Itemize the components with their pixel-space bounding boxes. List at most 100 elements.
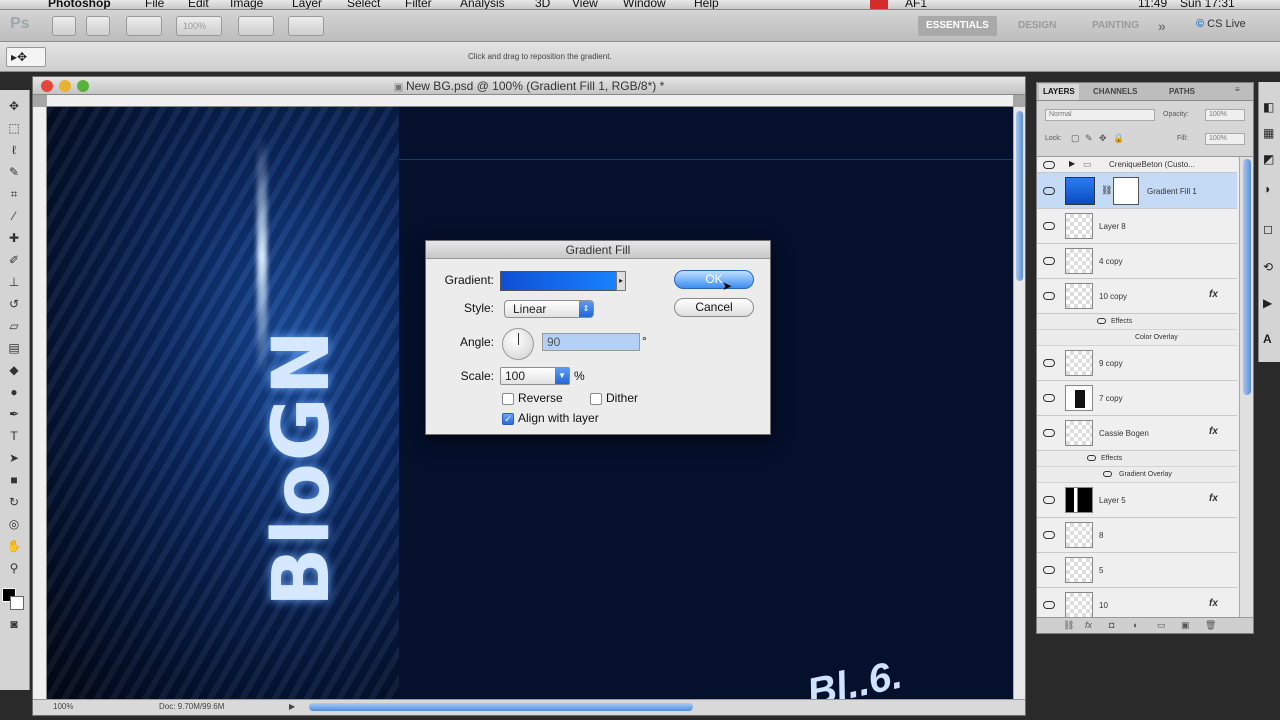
3d-rotate-tool-icon[interactable]: ↻ [4,494,24,510]
menu-3d[interactable]: 3D [535,0,550,9]
effects-row[interactable]: Effects [1037,451,1237,467]
blur-tool-icon[interactable]: ◆ [4,362,24,378]
group-expand-icon[interactable]: ▶ [1069,159,1075,168]
link-layers-icon[interactable]: ⛓ [1063,620,1074,631]
eraser-tool-icon[interactable]: ▱ [4,318,24,334]
3d-orbit-tool-icon[interactable]: ◎ [4,516,24,532]
menu-image[interactable]: Image [230,0,263,9]
vertical-scroll-thumb[interactable] [1016,111,1023,281]
adjustments-panel-icon[interactable]: ◑ [1263,182,1270,196]
cs-live-button[interactable]: © CS Live [1196,18,1246,30]
layer-row[interactable]: 9 copy [1037,346,1237,381]
screen-mode-button[interactable] [288,16,324,36]
workspace-essentials[interactable]: ESSENTIALS [918,16,997,36]
layer-row[interactable]: Cassie Bogen fx [1037,416,1237,451]
eye-icon[interactable] [1043,531,1055,539]
eyedropper-tool-icon[interactable]: ⁄ [4,208,24,224]
style-select[interactable]: Linear ⇕ [504,300,594,318]
crop-tool-icon[interactable]: ⌗ [4,186,24,202]
eye-icon[interactable] [1043,187,1055,195]
tool-preset-picker[interactable]: ▸✥ [6,47,46,67]
layer-row[interactable]: 4 copy [1037,244,1237,279]
layer-row[interactable]: Layer 8 [1037,209,1237,244]
move-tool-icon[interactable]: ✥ [4,98,24,114]
status-arrow-icon[interactable]: ▶ [289,702,295,711]
dodge-tool-icon[interactable]: ● [4,384,24,400]
fx-icon[interactable]: fx [1209,598,1218,609]
gradient-tool-icon[interactable]: ▤ [4,340,24,356]
eye-icon[interactable] [1043,257,1055,265]
actions-panel-icon[interactable]: ▶ [1263,296,1272,310]
cancel-button[interactable]: Cancel [674,298,754,317]
layers-scroll-thumb[interactable] [1243,159,1251,395]
menu-layer[interactable]: Layer [292,0,322,9]
eye-icon[interactable] [1043,394,1055,402]
fx-icon[interactable]: fx [1209,289,1218,300]
dither-checkbox[interactable] [590,393,602,405]
menu-photoshop[interactable]: Photoshop [48,0,111,9]
clone-stamp-tool-icon[interactable]: ⊥ [4,274,24,290]
workspace-design[interactable]: DESIGN [1010,16,1064,36]
eye-icon[interactable] [1043,496,1055,504]
history-panel-icon[interactable]: ⟲ [1263,260,1273,274]
menu-help[interactable]: Help [694,0,719,9]
menu-window[interactable]: Window [623,0,666,9]
layer-row[interactable]: Layer 5 fx [1037,483,1237,518]
effect-row[interactable]: Gradient Overlay [1037,467,1237,483]
new-layer-icon[interactable]: ▣ [1181,620,1190,631]
effects-row[interactable]: Effects [1037,314,1237,330]
tab-layers[interactable]: LAYERS [1039,84,1079,100]
color-panel-icon[interactable]: ◧ [1263,100,1274,114]
fx-icon[interactable]: fx [1209,493,1218,504]
layer-row[interactable]: 10 copy fx [1037,279,1237,314]
zoom-level-select[interactable]: 100% [176,16,222,36]
menu-filter[interactable]: Filter [405,0,432,9]
gradient-picker[interactable] [500,271,626,291]
bridge-button[interactable] [52,16,76,36]
ok-button[interactable]: OK [674,270,754,289]
menu-analysis[interactable]: Analysis [460,0,505,9]
swatches-panel-icon[interactable]: ▦ [1263,126,1274,140]
marquee-tool-icon[interactable]: ⬚ [4,120,24,136]
arrange-documents-button[interactable] [238,16,274,36]
tab-paths[interactable]: PATHS [1169,87,1195,96]
angle-input[interactable]: 90 [542,333,640,351]
masks-panel-icon[interactable]: ◻ [1263,222,1273,236]
background-color-swatch[interactable] [10,596,24,610]
panel-menu-icon[interactable]: ≡ [1235,85,1240,94]
menu-select[interactable]: Select [347,0,380,9]
layer-row-selected[interactable]: ⛓ Gradient Fill 1 [1037,173,1237,209]
lock-transparency-icon[interactable]: ▢ [1071,133,1080,144]
zoom-window-button[interactable] [77,80,89,92]
horizontal-ruler[interactable] [47,95,1013,107]
scale-input[interactable]: 100 ▼ [500,367,570,385]
tab-channels[interactable]: CHANNELS [1093,87,1137,96]
fill-input[interactable]: 100% [1205,133,1245,145]
opacity-input[interactable]: 100% [1205,109,1245,121]
styles-panel-icon[interactable]: ◩ [1263,152,1274,166]
eye-icon[interactable] [1043,161,1055,169]
layer-row[interactable]: 7 copy [1037,381,1237,416]
workspace-painting[interactable]: PAINTING [1084,16,1147,36]
lock-pixels-icon[interactable]: ✎ [1085,133,1093,144]
angle-dial[interactable] [502,328,534,360]
eye-icon[interactable] [1097,318,1106,324]
trash-icon[interactable]: 🗑 [1205,620,1216,631]
status-zoom[interactable]: 100% [53,702,73,711]
layer-row[interactable]: 5 [1037,553,1237,588]
eye-icon[interactable] [1043,601,1055,609]
zoom-tool-icon[interactable]: ⚲ [4,560,24,576]
lasso-tool-icon[interactable]: ℓ [4,142,24,158]
layer-mask-thumbnail[interactable] [1113,177,1139,205]
view-extras-button[interactable] [126,16,162,36]
layer-row[interactable]: ▶ ▭ CreniqueBeton (Custo... [1037,157,1237,173]
path-selection-tool-icon[interactable]: ➤ [4,450,24,466]
hand-tool-icon[interactable]: ✋ [4,538,24,554]
quick-selection-tool-icon[interactable]: ✎ [4,164,24,180]
history-brush-tool-icon[interactable]: ↺ [4,296,24,312]
effect-row[interactable]: Color Overlay [1037,330,1237,346]
close-window-button[interactable] [41,80,53,92]
layers-scrollbar[interactable] [1239,157,1253,617]
lock-all-icon[interactable]: 🔒 [1113,133,1124,144]
eye-icon[interactable] [1087,455,1096,461]
